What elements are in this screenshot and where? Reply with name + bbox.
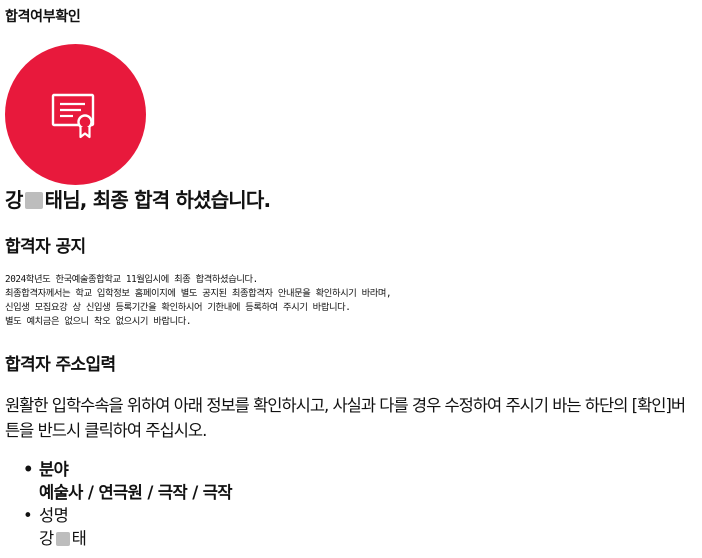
certificate-badge — [5, 44, 146, 185]
notice-line: 별도 예치금은 없으니 착오 없으시기 바랍니다. — [5, 316, 192, 327]
field-name: 성명 강태 — [23, 504, 232, 550]
redacted-name-block — [55, 532, 70, 546]
certificate-icon — [51, 93, 95, 139]
info-field-list: 분야 예술사 / 연극원 / 극작 / 극작 성명 강태 — [5, 458, 233, 550]
notice-line: 최종합격자께서는 학교 입학정보 홈페이지에 별도 공지된 최종합격자 안내문을… — [5, 288, 392, 299]
notice-body: 2024학년도 한국예술종합학교 11월입시에 최종 합격하셨습니다. 최종합격자… — [5, 273, 392, 329]
redacted-name-block — [24, 192, 43, 209]
result-name-first: 강 — [5, 188, 23, 212]
address-title: 합격자 주소입력 — [5, 355, 116, 375]
page-title: 합격여부확인 — [5, 9, 81, 25]
field-name-value: 강태 — [39, 527, 232, 550]
field-major-value: 예술사 / 연극원 / 극작 / 극작 — [39, 483, 233, 502]
address-intro: 원활한 입학수속을 위하여 아래 정보를 확인하시고, 사실과 다를 경우 수정… — [5, 396, 686, 440]
notice-line: 2024학년도 한국예술종합학교 11월입시에 최종 합격하셨습니다. — [5, 274, 258, 285]
field-major-label: 분야 — [39, 460, 69, 479]
field-name-label: 성명 — [39, 506, 69, 525]
field-name-last: 태 — [71, 529, 87, 548]
result-message: 강 태님, 최종 합격 하셨습니다. — [5, 184, 271, 213]
notice-line: 신입생 모집요강 상 신입생 등록기간을 확인하시어 기한내에 등록하여 주시기… — [5, 302, 351, 313]
notice-title: 합격자 공지 — [5, 237, 86, 257]
field-name-first: 강 — [39, 529, 54, 548]
result-message-text: 태님, 최종 합격 하셨습니다. — [44, 188, 271, 212]
admission-result-page: 합격여부확인 강 태님, 최종 합격 하셨습니다. 합격자 공지 2024학년도 … — [0, 0, 702, 558]
field-major: 분야 예술사 / 연극원 / 극작 / 극작 — [23, 458, 233, 504]
